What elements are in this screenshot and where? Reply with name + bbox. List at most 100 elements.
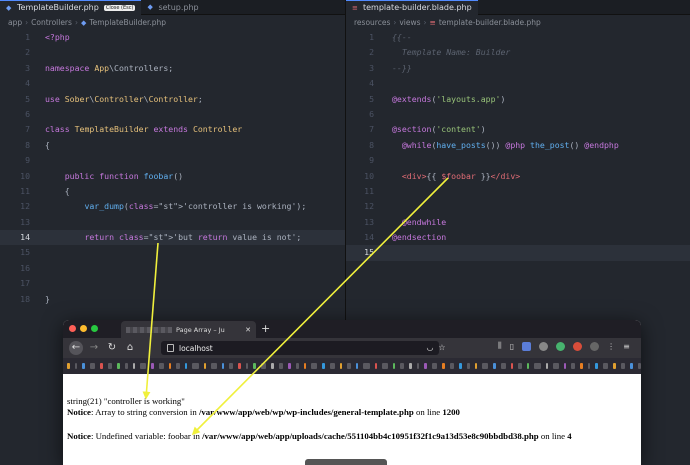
bookmark-label-blurred[interactable]: [311, 363, 318, 369]
code-line[interactable]: 6: [346, 107, 690, 122]
bookmark-label-blurred[interactable]: [363, 363, 370, 369]
bookmark-label-blurred[interactable]: [382, 363, 388, 369]
bookmark-favicon[interactable]: [408, 363, 412, 369]
bookmark-favicon[interactable]: [184, 363, 188, 369]
bookmark-label-blurred[interactable]: [329, 363, 335, 369]
reload-icon[interactable]: ↻: [105, 341, 119, 355]
bookmark-label-blurred[interactable]: [416, 363, 420, 369]
code-line[interactable]: 6: [0, 107, 345, 122]
bookmark-favicon[interactable]: [563, 363, 567, 369]
code-line[interactable]: 9: [346, 153, 690, 168]
minimize-window-button[interactable]: [80, 325, 87, 332]
code-line[interactable]: 10 <div>{{ $foobar }}</div>: [346, 169, 690, 184]
code-line[interactable]: 10 public function foobar(): [0, 169, 345, 184]
bookmark-favicon[interactable]: [424, 363, 427, 369]
extension-icon[interactable]: [522, 341, 532, 351]
debug-toolbar-handle[interactable]: [305, 459, 387, 465]
bookmark-label-blurred[interactable]: [192, 363, 199, 369]
breadcrumb-item[interactable]: views: [399, 18, 420, 27]
code-line[interactable]: 11 {: [0, 184, 345, 199]
bookmark-favicon[interactable]: [474, 363, 478, 369]
code-line[interactable]: 14 return class="st">'but return value i…: [0, 230, 345, 246]
extension-icon[interactable]: [573, 341, 583, 351]
bookmark-label-blurred[interactable]: [229, 363, 233, 369]
code-editor[interactable]: 1 {{-- 2 Template Name: Builder 3 --}} 4 5 @ext…: [346, 30, 690, 261]
code-editor[interactable]: 1 <?php 2 3 namespace App\Controllers; 4 5 use …: [0, 30, 345, 307]
code-line[interactable]: 18}: [0, 292, 345, 307]
bookmark-favicon[interactable]: [253, 363, 256, 369]
bookmark-label-blurred[interactable]: [587, 363, 591, 369]
bookmark-label-blurred[interactable]: [159, 363, 164, 369]
bookmark-label-blurred[interactable]: [295, 363, 299, 369]
bookmark-label-blurred[interactable]: [500, 363, 506, 369]
code-line[interactable]: 2 Template Name: Builder: [346, 45, 690, 60]
code-line[interactable]: 5 use Sober\Controller\Controller;: [0, 92, 345, 107]
code-line[interactable]: 17: [0, 276, 345, 291]
bookmark-favicon[interactable]: [355, 363, 359, 369]
library-icon[interactable]: ⫼: [498, 341, 502, 351]
bookmark-favicon[interactable]: [203, 363, 207, 369]
bookmark-label-blurred[interactable]: [176, 363, 180, 369]
bookmark-favicon[interactable]: [322, 363, 325, 369]
bookmark-favicon[interactable]: [237, 363, 241, 369]
bookmark-label-blurred[interactable]: [400, 363, 404, 369]
bookmark-favicon[interactable]: [132, 363, 136, 369]
bookmark-label-blurred[interactable]: [534, 363, 541, 369]
tab-template-builder-blade[interactable]: ≡ template-builder.blade.php: [346, 0, 478, 15]
bookmark-favicon[interactable]: [100, 363, 103, 369]
bookmark-label-blurred[interactable]: [245, 363, 249, 369]
bookmark-label-blurred[interactable]: [518, 363, 522, 369]
bookmark-label-blurred[interactable]: [107, 363, 113, 369]
code-line[interactable]: 12 var_dump(class="st">'controller is wo…: [0, 199, 345, 214]
code-line[interactable]: 5 @extends('layouts.app'): [346, 92, 690, 107]
code-line[interactable]: 1 <?php: [0, 30, 345, 45]
tab-templatebuilder-php[interactable]: ◆ TemplateBuilder.php Close (Esc): [0, 0, 142, 15]
browser-tab[interactable]: Page Array – Ju ✕: [121, 321, 256, 338]
tab-setup-php[interactable]: ◆ setup.php: [141, 0, 204, 15]
close-tab-icon[interactable]: ✕: [245, 326, 251, 334]
code-line[interactable]: 1 {{--: [346, 30, 690, 45]
menu-icon[interactable]: ≡: [623, 342, 630, 351]
bookmark-star-icon[interactable]: ☆: [435, 341, 449, 355]
bookmark-label-blurred[interactable]: [466, 363, 470, 369]
url-bar[interactable]: localhost: [161, 341, 439, 355]
bookmark-favicon[interactable]: [339, 363, 343, 369]
code-line[interactable]: 15: [346, 245, 690, 261]
code-line[interactable]: 13: [0, 215, 345, 230]
code-line[interactable]: 8{: [0, 138, 345, 153]
bookmark-favicon[interactable]: [493, 363, 496, 369]
breadcrumb-item[interactable]: Controllers: [31, 18, 72, 27]
extension-icon[interactable]: [539, 341, 549, 351]
bookmark-favicon[interactable]: [117, 363, 120, 369]
code-line[interactable]: 3 --}}: [346, 61, 690, 76]
bookmark-label-blurred[interactable]: [278, 363, 284, 369]
code-line[interactable]: 7 @section('content'): [346, 122, 690, 137]
bookmark-favicon[interactable]: [595, 363, 598, 369]
bookmark-label-blurred[interactable]: [74, 363, 78, 369]
code-line[interactable]: 7 class TemplateBuilder extends Controlle…: [0, 122, 345, 137]
bookmark-favicon[interactable]: [613, 363, 616, 369]
bookmark-label-blurred[interactable]: [431, 363, 438, 369]
bookmark-favicon[interactable]: [221, 363, 225, 369]
bookmark-label-blurred[interactable]: [482, 363, 489, 369]
code-line[interactable]: 15: [0, 245, 345, 260]
bookmark-label-blurred[interactable]: [637, 363, 641, 369]
bookmark-label-blurred[interactable]: [140, 363, 147, 369]
bookmark-label-blurred[interactable]: [553, 363, 559, 369]
close-window-button[interactable]: [69, 325, 76, 332]
bookmark-favicon[interactable]: [459, 363, 462, 369]
bookmark-favicon[interactable]: [392, 363, 396, 369]
breadcrumb-item[interactable]: TemplateBuilder.php: [89, 18, 166, 27]
bookmark-favicon[interactable]: [303, 363, 307, 369]
sidebar-icon[interactable]: ▯: [510, 342, 514, 351]
code-line[interactable]: 8 @while(have_posts()) @php the_post() @…: [346, 138, 690, 153]
breadcrumb-item[interactable]: resources: [354, 18, 390, 27]
forward-arrow-icon[interactable]: →: [87, 341, 101, 355]
bookmark-favicon[interactable]: [630, 363, 633, 369]
extension-icon[interactable]: [590, 341, 600, 351]
code-line[interactable]: 13 @endwhile: [346, 215, 690, 230]
code-line[interactable]: 4: [346, 76, 690, 91]
new-tab-button[interactable]: +: [261, 322, 270, 335]
bookmark-favicon[interactable]: [374, 363, 378, 369]
bookmark-favicon[interactable]: [288, 363, 291, 369]
